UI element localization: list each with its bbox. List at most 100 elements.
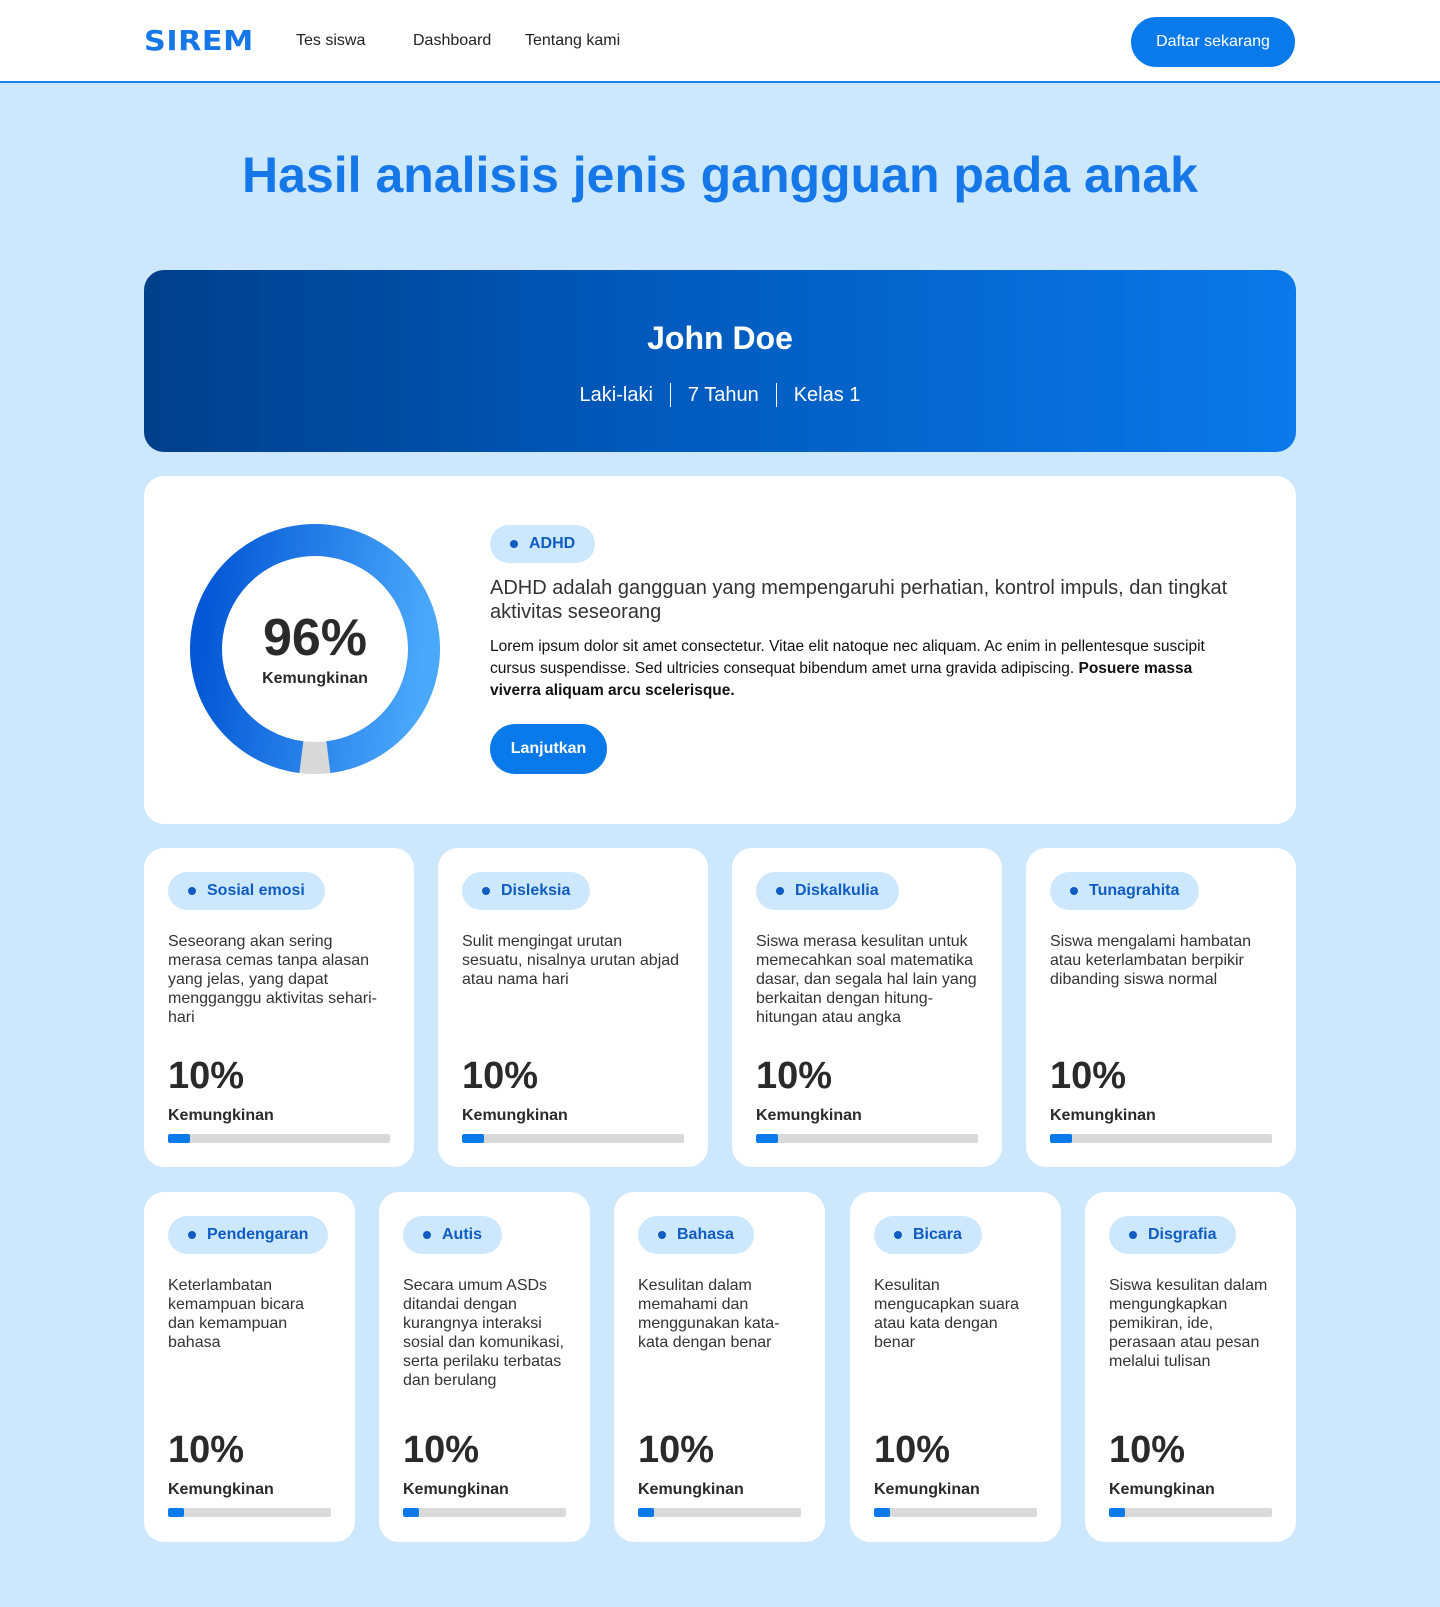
probability-bar	[1109, 1508, 1272, 1517]
tag-label: Diskalkulia	[795, 882, 879, 899]
result-card-disleksia: Disleksia Sulit mengingat urutan sesuatu,…	[438, 848, 708, 1167]
bullet-dot-icon	[482, 887, 490, 895]
logo[interactable]: SIREM	[144, 24, 254, 57]
result-card-sosial-emosi: Sosial emosi Seseorang akan sering merasa…	[144, 848, 414, 1167]
probability-bar-fill	[1050, 1134, 1073, 1143]
card-percent-label: Kemungkinan	[168, 1107, 274, 1124]
tag-adhd: ADHD	[490, 525, 596, 563]
result-card-bahasa: Bahasa Kesulitan dalam memahami dan mengg…	[614, 1192, 825, 1542]
tag-label: Bahasa	[677, 1226, 734, 1243]
result-card-tunagrahita: Tunagrahita Siswa mengalami hambatan atau…	[1026, 848, 1296, 1167]
card-percent: 10%	[874, 1429, 951, 1471]
card-percent-label: Kemungkinan	[462, 1107, 568, 1124]
tag-label: ADHD	[529, 535, 576, 552]
result-card-pendengaran: Pendengaran Keterlambatan kemampuan bicar…	[144, 1192, 355, 1542]
card-description: Keterlambatan kemampuan bicara dan kemam…	[168, 1277, 305, 1351]
card-percent-label: Kemungkinan	[638, 1481, 744, 1498]
bullet-dot-icon	[1129, 1231, 1137, 1239]
continue-button[interactable]: Lanjutkan	[490, 724, 607, 774]
nav-link-tes-siswa[interactable]: Tes siswa	[296, 32, 365, 50]
probability-bar-fill	[756, 1134, 779, 1143]
card-description: Siswa mengalami hambatan atau keterlamba…	[1050, 933, 1251, 988]
card-percent: 10%	[638, 1429, 715, 1471]
student-meta: Laki-laki 7 Tahun Kelas 1	[144, 383, 1296, 407]
student-grade: Kelas 1	[793, 384, 861, 406]
card-percent: 10%	[1050, 1055, 1127, 1097]
card-description: Sulit mengingat urutan sesuatu, nisalnya…	[462, 933, 680, 988]
bullet-dot-icon	[1070, 887, 1078, 895]
probability-bar	[168, 1508, 331, 1517]
probability-bar	[638, 1508, 801, 1517]
navbar: SIREM Tes siswa Dashboard Tentang kami D…	[0, 0, 1440, 83]
card-percent: 10%	[1109, 1429, 1186, 1471]
probability-bar	[756, 1134, 978, 1143]
probability-bar-fill	[403, 1508, 420, 1517]
bullet-dot-icon	[894, 1231, 902, 1239]
main-result-card: 96% Kemungkinan ADHD ADHD adalah ganggua…	[144, 476, 1296, 824]
result-card-disgrafia: Disgrafia Siswa kesulitan dalam mengungka…	[1085, 1192, 1296, 1542]
probability-bar	[403, 1508, 566, 1517]
probability-bar-fill	[874, 1508, 891, 1517]
result-card-bicara: Bicara Kesulitan mengucapkan suara atau k…	[850, 1192, 1061, 1542]
probability-bar-fill	[638, 1508, 655, 1517]
probability-bar	[1050, 1134, 1272, 1143]
tag-label: Pendengaran	[207, 1226, 309, 1243]
tag-disgrafia: Disgrafia	[1109, 1216, 1237, 1254]
probability-bar-fill	[1109, 1508, 1126, 1517]
card-percent-label: Kemungkinan	[403, 1481, 509, 1498]
bullet-dot-icon	[658, 1231, 666, 1239]
tag-label: Autis	[442, 1226, 482, 1243]
nav-link-dashboard[interactable]: Dashboard	[413, 32, 491, 50]
tag-sosial-emosi: Sosial emosi	[168, 872, 325, 910]
card-description: Kesulitan dalam memahami dan menggunakan…	[638, 1277, 780, 1351]
result-card-diskalkulia: Diskalkulia Siswa merasa kesulitan untuk …	[732, 848, 1002, 1167]
student-name: John Doe	[647, 320, 793, 356]
tag-bahasa: Bahasa	[638, 1216, 754, 1254]
probability-bar	[462, 1134, 684, 1143]
profile-banner: John Doe Laki-laki 7 Tahun Kelas 1	[144, 270, 1296, 452]
card-percent: 10%	[403, 1429, 480, 1471]
donut-center: 96% Kemungkinan	[190, 524, 440, 774]
main-description: ADHD adalah gangguan yang mempengaruhi p…	[490, 577, 1228, 623]
probability-bar-fill	[168, 1508, 185, 1517]
tag-autis: Autis	[403, 1216, 502, 1254]
card-percent: 10%	[168, 1055, 245, 1097]
card-description: Siswa merasa kesulitan untuk memecahkan …	[756, 933, 977, 1026]
card-description: Secara umum ASDs ditandai dengan kurangn…	[403, 1277, 564, 1389]
card-percent-label: Kemungkinan	[168, 1481, 274, 1498]
student-gender: Laki-laki	[579, 384, 653, 406]
tag-pendengaran: Pendengaran	[168, 1216, 329, 1254]
probability-bar-fill	[168, 1134, 191, 1143]
card-percent-label: Kemungkinan	[1050, 1107, 1156, 1124]
card-description: Kesulitan mengucapkan suara atau kata de…	[874, 1277, 1019, 1351]
register-button[interactable]: Daftar sekarang	[1131, 17, 1295, 67]
tag-label: Sosial emosi	[207, 882, 305, 899]
card-percent: 10%	[756, 1055, 833, 1097]
tag-tunagrahita: Tunagrahita	[1050, 872, 1200, 910]
card-percent-label: Kemungkinan	[874, 1481, 980, 1498]
nav-link-tentang-kami[interactable]: Tentang kami	[525, 32, 620, 50]
card-description: Seseorang akan sering merasa cemas tanpa…	[168, 933, 378, 1026]
tag-bicara: Bicara	[874, 1216, 982, 1254]
tag-diskalkulia: Diskalkulia	[756, 872, 899, 910]
probability-bar-fill	[462, 1134, 485, 1143]
card-percent-label: Kemungkinan	[756, 1107, 862, 1124]
tag-label: Tunagrahita	[1089, 882, 1180, 899]
bullet-dot-icon	[188, 1231, 196, 1239]
card-percent-label: Kemungkinan	[1109, 1481, 1215, 1498]
main-percent-label: Kemungkinan	[262, 670, 368, 687]
bullet-dot-icon	[510, 540, 518, 548]
probability-bar	[874, 1508, 1037, 1517]
result-card-autis: Autis Secara umum ASDs ditandai dengan ku…	[379, 1192, 590, 1542]
tag-label: Bicara	[913, 1226, 962, 1243]
student-age: 7 Tahun	[687, 384, 759, 406]
bullet-dot-icon	[423, 1231, 431, 1239]
main-body-text: Lorem ipsum dolor sit amet consectetur. …	[490, 636, 1230, 702]
main-percent: 96%	[262, 609, 368, 667]
card-percent: 10%	[462, 1055, 539, 1097]
tag-label: Disgrafia	[1148, 1226, 1217, 1243]
tag-disleksia: Disleksia	[462, 872, 591, 910]
card-percent: 10%	[168, 1429, 245, 1471]
bullet-dot-icon	[776, 887, 784, 895]
bullet-dot-icon	[188, 887, 196, 895]
